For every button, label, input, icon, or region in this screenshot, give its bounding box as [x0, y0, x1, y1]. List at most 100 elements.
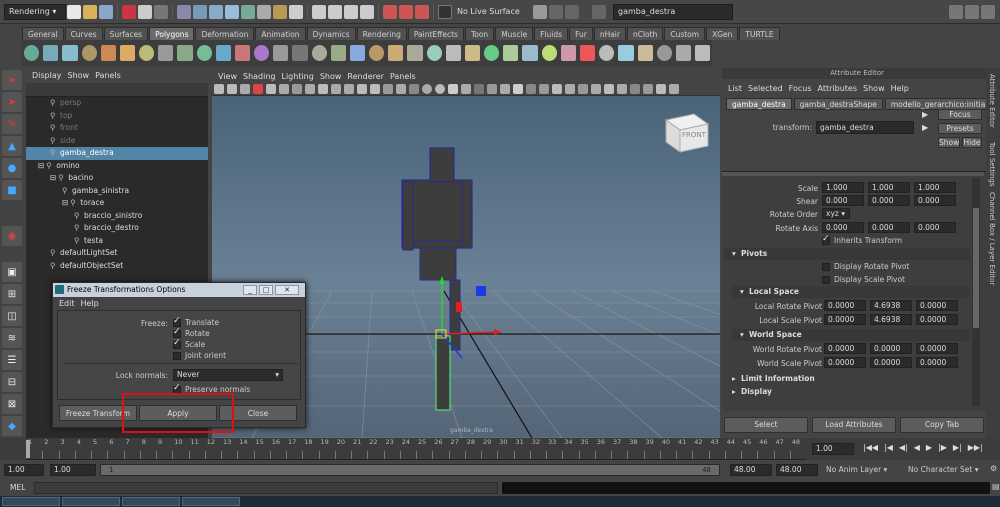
outliner-item[interactable]: ⚲ gamba_destra: [26, 147, 208, 160]
ae-tab[interactable]: gamba_destraShape: [793, 98, 883, 110]
outliner-item[interactable]: ⚲ braccio_sinistro: [26, 210, 208, 223]
viewport-tool-icon[interactable]: [421, 83, 432, 94]
scale-checkbox[interactable]: Scale: [173, 338, 205, 349]
boolean-intersection-icon[interactable]: [349, 45, 366, 61]
shelf-tab[interactable]: PaintEffects: [407, 26, 464, 40]
step-forward-icon[interactable]: |▶: [938, 443, 947, 452]
outliner-item[interactable]: ⚲ persp: [26, 97, 208, 110]
lasso-tool-icon[interactable]: ➤: [2, 92, 22, 112]
load-attributes-button[interactable]: Load Attributes: [812, 417, 896, 433]
insert-edge-loop-icon[interactable]: [522, 45, 538, 61]
ipr-render-icon[interactable]: [399, 4, 413, 19]
save-scene-icon[interactable]: [99, 4, 113, 19]
name-selection-icon[interactable]: [549, 4, 563, 19]
live-surface-icon[interactable]: [438, 4, 452, 19]
shelf-tab[interactable]: Fluids: [534, 26, 569, 40]
ae-menu-item[interactable]: Help: [891, 84, 909, 93]
select-button[interactable]: Select: [724, 417, 808, 433]
current-time-field[interactable]: 1.00: [812, 443, 854, 455]
rotate-axis-y[interactable]: 0.000: [868, 222, 910, 233]
go-end-icon[interactable]: ▶▶|: [968, 443, 983, 452]
poly-torus-icon[interactable]: [119, 45, 136, 61]
local-scale-pivot-y[interactable]: 4.6938: [870, 314, 912, 325]
taskbar-item[interactable]: [62, 497, 120, 506]
snap-curve-icon[interactable]: [328, 4, 342, 19]
symmetry-icon[interactable]: [533, 4, 547, 19]
poly-plane-icon[interactable]: [100, 45, 116, 61]
expand-toggle-icon[interactable]: ⊟: [62, 198, 68, 207]
range-bar[interactable]: 1 48: [100, 464, 720, 476]
viewport-tool-icon[interactable]: [382, 83, 393, 94]
ae-menu-item[interactable]: Focus: [789, 84, 812, 93]
viewcube[interactable]: FRONT: [664, 113, 710, 153]
inherits-transform-checkbox[interactable]: Inherits Transform: [822, 234, 902, 245]
shelf-tab[interactable]: Toon: [464, 26, 495, 40]
local-rotate-pivot-z[interactable]: 0.0000: [916, 300, 958, 311]
local-rotate-pivot-x[interactable]: 0.0000: [824, 300, 866, 311]
ae-row-field[interactable]: 0.000: [868, 195, 910, 206]
viewport-tool-icon[interactable]: [343, 83, 354, 94]
select-tool-icon[interactable]: ➤: [2, 70, 22, 90]
quadrangulate-icon[interactable]: [445, 45, 461, 61]
animation-start-field[interactable]: 1.00: [4, 464, 44, 476]
local-space-section[interactable]: ▾ Local Space: [732, 286, 970, 298]
tab-channel-box[interactable]: Channel Box / Layer Editor: [988, 192, 996, 285]
ae-row-field[interactable]: 0.000: [914, 195, 956, 206]
viewport-tool-icon[interactable]: [616, 83, 627, 94]
outliner-item[interactable]: ⚲ defaultObjectSet: [26, 260, 208, 273]
tab-attribute-editor[interactable]: Attribute Editor: [988, 74, 996, 128]
scale-tool-icon[interactable]: ■: [2, 180, 22, 200]
dynamics-mask-icon[interactable]: [273, 4, 287, 19]
wedge-icon[interactable]: [599, 45, 615, 61]
copy-tab-button[interactable]: Copy Tab: [900, 417, 984, 433]
viewport-tool-icon[interactable]: [629, 83, 640, 94]
world-scale-pivot-z[interactable]: 0.0000: [916, 357, 958, 368]
bevel-icon[interactable]: [618, 45, 634, 61]
time-slider[interactable]: 1 2 3 4 5 6 7 8 9 10 11 12 13 14 15 16 17 18 19 20 21 22 23 24 2…: [0, 438, 1000, 460]
maximize-icon[interactable]: □: [259, 285, 273, 295]
show-manipulator-icon[interactable]: ◉: [2, 226, 22, 246]
rotate-axis-z[interactable]: 0.000: [914, 222, 956, 233]
show-tool-settings-icon[interactable]: [965, 4, 979, 19]
viewport-menu-item[interactable]: Lighting: [281, 72, 313, 81]
rotate-order-dropdown[interactable]: xyz ▾: [822, 208, 850, 219]
ae-row-field[interactable]: 0.000: [822, 195, 864, 206]
show-button[interactable]: Show: [938, 137, 960, 148]
viewport-tool-icon[interactable]: [499, 83, 510, 94]
outliner-menu-item[interactable]: Display: [32, 71, 62, 80]
world-scale-pivot-y[interactable]: 0.0000: [870, 357, 912, 368]
handle-mask-icon[interactable]: [193, 4, 207, 19]
current-time-marker[interactable]: [26, 440, 30, 458]
poly-platonic-icon[interactable]: [234, 45, 251, 61]
viewport-tool-icon[interactable]: [603, 83, 614, 94]
reduce-icon[interactable]: [407, 45, 423, 61]
play-back-icon[interactable]: ◀: [914, 443, 920, 452]
viewport-tool-icon[interactable]: [356, 83, 367, 94]
outliner-item[interactable]: ⚲ braccio_destro: [26, 222, 208, 235]
ae-menu-item[interactable]: Attributes: [818, 84, 858, 93]
world-rotate-pivot-x[interactable]: 0.0000: [824, 343, 866, 354]
snap-point-icon[interactable]: [344, 4, 358, 19]
new-scene-icon[interactable]: [67, 4, 81, 19]
world-scale-pivot-x[interactable]: 0.0000: [824, 357, 866, 368]
input-field-icon[interactable]: [592, 4, 606, 19]
select-by-component-icon[interactable]: [154, 4, 168, 19]
viewport-tool-icon[interactable]: [278, 83, 289, 94]
viewport-tool-icon[interactable]: [304, 83, 315, 94]
minimize-icon[interactable]: _: [243, 285, 257, 295]
viewport-tool-icon[interactable]: [486, 83, 497, 94]
pivots-section[interactable]: ▾ Pivots: [724, 248, 970, 260]
viewport-tool-icon[interactable]: [265, 83, 276, 94]
close-icon[interactable]: ✕: [275, 285, 299, 295]
joint-mask-icon[interactable]: [209, 4, 223, 19]
triangulate-icon[interactable]: [426, 45, 442, 61]
local-rotate-pivot-y[interactable]: 4.6938: [870, 300, 912, 311]
select-by-hierarchy-icon[interactable]: [122, 4, 136, 19]
command-input[interactable]: [34, 482, 498, 494]
collapse-icon[interactable]: [656, 45, 672, 61]
shelf-tab[interactable]: Custom: [664, 26, 706, 40]
viewport-tool-icon[interactable]: [330, 83, 341, 94]
poly-helix-icon[interactable]: [196, 45, 212, 61]
poly-prism-icon[interactable]: [139, 45, 155, 61]
rotate-checkbox[interactable]: Rotate: [173, 327, 210, 338]
